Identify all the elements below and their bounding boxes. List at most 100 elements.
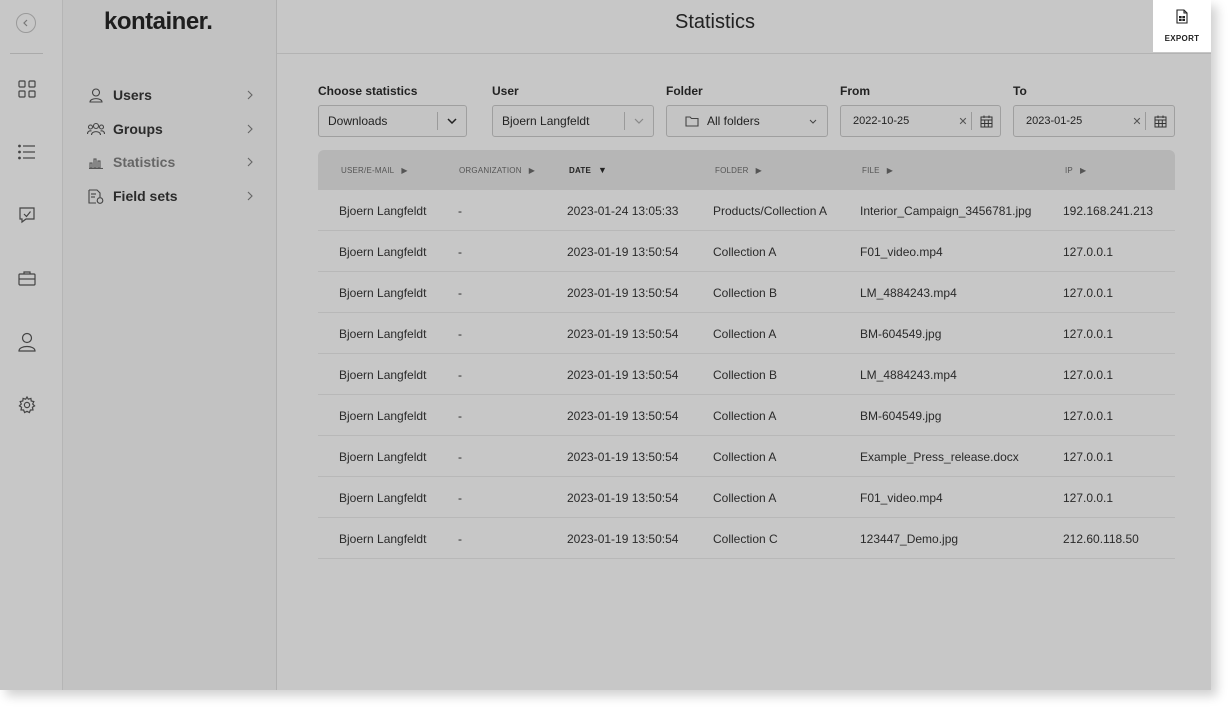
table-row[interactable]: Bjoern Langfeldt - 2023-01-19 13:50:54 Coll… — [318, 518, 1175, 559]
statistics-value: Downloads — [328, 114, 388, 128]
date-cell: 2023-01-19 13:50:54 — [567, 449, 679, 464]
sort-right-icon: ▶ — [528, 165, 536, 175]
top-bar: Statistics EXPORT — [277, 0, 1211, 54]
user-cell: Bjoern Langfeldt — [339, 326, 427, 341]
file-cell: Example_Press_release.docx — [860, 449, 1019, 464]
organization-cell: - — [458, 326, 462, 341]
column-header-folder[interactable]: FOLDER ▶ — [715, 150, 762, 190]
column-label: FOLDER — [715, 165, 749, 175]
from-filter: From 2022-10-25 ✕ — [840, 84, 1001, 137]
user-cell: Bjoern Langfeldt — [339, 244, 427, 259]
date-cell: 2023-01-19 13:50:54 — [567, 408, 679, 423]
sidebar-item-field-sets[interactable]: Field sets — [87, 185, 257, 207]
date-cell: 2023-01-19 13:50:54 — [567, 367, 679, 382]
page-title: Statistics — [674, 11, 756, 33]
column-label: USER/E-MAIL — [341, 165, 395, 175]
sidebar-item-groups[interactable]: Groups — [87, 118, 257, 140]
user-filter: User Bjoern Langfeldt — [492, 84, 654, 137]
user-cell: Bjoern Langfeldt — [339, 367, 427, 382]
chevron-down-icon[interactable] — [799, 119, 827, 124]
export-button[interactable]: EXPORT — [1153, 0, 1211, 52]
sidebar-item-label: Field sets — [113, 188, 178, 204]
clear-icon[interactable]: ✕ — [1129, 115, 1145, 128]
chevron-right-icon — [247, 157, 257, 167]
user-cell: Bjoern Langfeldt — [339, 285, 427, 300]
table-row[interactable]: Bjoern Langfeldt - 2023-01-19 13:50:54 Coll… — [318, 477, 1175, 518]
column-header-date[interactable]: DATE ▼ — [569, 150, 607, 190]
clear-icon[interactable]: ✕ — [955, 115, 971, 128]
statistics-label: Choose statistics — [318, 84, 418, 98]
table-row[interactable]: Bjoern Langfeldt - 2023-01-19 13:50:54 Coll… — [318, 436, 1175, 477]
export-label: EXPORT — [1164, 34, 1200, 43]
organization-cell: - — [458, 449, 462, 464]
statistics-select[interactable]: Downloads — [318, 105, 467, 137]
to-date-input[interactable]: 2023-01-25 ✕ — [1013, 105, 1175, 137]
statistics-filter: Choose statistics Downloads — [318, 84, 467, 137]
to-label: To — [1013, 84, 1027, 98]
organization-cell: - — [458, 244, 462, 259]
briefcase-icon[interactable] — [15, 266, 39, 290]
sidebar-item-statistics[interactable]: Statistics — [87, 151, 257, 173]
sort-right-icon: ▶ — [401, 165, 408, 175]
sort-right-icon: ▶ — [886, 165, 894, 175]
folder-select[interactable]: All folders — [666, 105, 828, 137]
review-icon[interactable] — [15, 203, 39, 227]
chevron-down-icon[interactable] — [625, 118, 653, 124]
icon-rail — [0, 0, 63, 690]
chevron-down-icon[interactable] — [438, 118, 466, 124]
rail-divider — [10, 53, 43, 54]
bar-chart-icon — [87, 153, 105, 171]
sidebar-item-label: Users — [113, 87, 152, 103]
column-label: ORGANIZATION — [459, 165, 522, 175]
folder-filter: Folder All folders — [666, 84, 828, 137]
grid-icon[interactable] — [15, 77, 39, 101]
ip-cell: 127.0.0.1 — [1063, 490, 1114, 505]
column-header-user[interactable]: USER/E-MAIL ▶ — [341, 150, 408, 190]
column-header-ip[interactable]: IP ▶ — [1065, 150, 1086, 190]
file-cell: Interior_Campaign_3456781.jpg — [860, 203, 1032, 218]
ip-cell: 127.0.0.1 — [1063, 367, 1114, 382]
sort-right-icon: ▶ — [1079, 165, 1087, 175]
ip-cell: 127.0.0.1 — [1063, 285, 1114, 300]
gear-icon[interactable] — [15, 393, 39, 417]
user-icon — [87, 86, 105, 104]
file-cell: F01_video.mp4 — [860, 244, 943, 259]
ip-cell: 192.168.241.213 — [1063, 203, 1154, 218]
user-icon[interactable] — [15, 330, 39, 354]
user-cell: Bjoern Langfeldt — [339, 531, 427, 546]
calendar-icon[interactable] — [1146, 115, 1174, 128]
table-row[interactable]: Bjoern Langfeldt - 2023-01-19 13:50:54 Coll… — [318, 231, 1175, 272]
column-header-organization[interactable]: ORGANIZATION ▶ — [459, 150, 535, 190]
statistics-table: USER/E-MAIL ▶ ORGANIZATION ▶ DATE ▼ FOLDER ▶… — [318, 150, 1175, 559]
list-icon[interactable] — [15, 140, 39, 164]
from-label: From — [840, 84, 870, 98]
folder-cell: Collection B — [713, 285, 778, 300]
table-row[interactable]: Bjoern Langfeldt - 2023-01-19 13:50:54 Coll… — [318, 313, 1175, 354]
logo[interactable]: kontainer. — [104, 8, 213, 36]
column-header-file[interactable]: FILE ▶ — [862, 150, 893, 190]
table-row[interactable]: Bjoern Langfeldt - 2023-01-19 13:50:54 Coll… — [318, 354, 1175, 395]
table-row[interactable]: Bjoern Langfeldt - 2023-01-19 13:50:54 Coll… — [318, 272, 1175, 313]
ip-cell: 127.0.0.1 — [1063, 326, 1114, 341]
file-cell: LM_4884243.mp4 — [860, 285, 957, 300]
table-row[interactable]: Bjoern Langfeldt - 2023-01-24 13:05:33 Prod… — [318, 190, 1175, 231]
folder-cell: Collection A — [713, 326, 777, 341]
app-window: kontainer. Users Groups Statistics Field… — [0, 0, 1211, 690]
calendar-icon[interactable] — [972, 115, 1000, 128]
to-value: 2023-01-25 — [1026, 115, 1083, 127]
document-icon — [1176, 9, 1188, 29]
groups-icon — [87, 120, 105, 138]
column-label: IP — [1065, 165, 1073, 175]
organization-cell: - — [458, 367, 462, 382]
sidebar-item-users[interactable]: Users — [87, 84, 257, 106]
main-content: Statistics EXPORT Choose statistics Down… — [277, 0, 1211, 690]
from-date-input[interactable]: 2022-10-25 ✕ — [840, 105, 1001, 137]
table-row[interactable]: Bjoern Langfeldt - 2023-01-19 13:50:54 Coll… — [318, 395, 1175, 436]
date-cell: 2023-01-19 13:50:54 — [567, 244, 679, 259]
collapse-icon[interactable] — [16, 13, 36, 33]
user-select[interactable]: Bjoern Langfeldt — [492, 105, 654, 137]
folder-cell: Collection A — [713, 449, 777, 464]
organization-cell: - — [458, 203, 462, 218]
chevron-right-icon — [247, 90, 257, 100]
folder-icon — [667, 115, 699, 127]
